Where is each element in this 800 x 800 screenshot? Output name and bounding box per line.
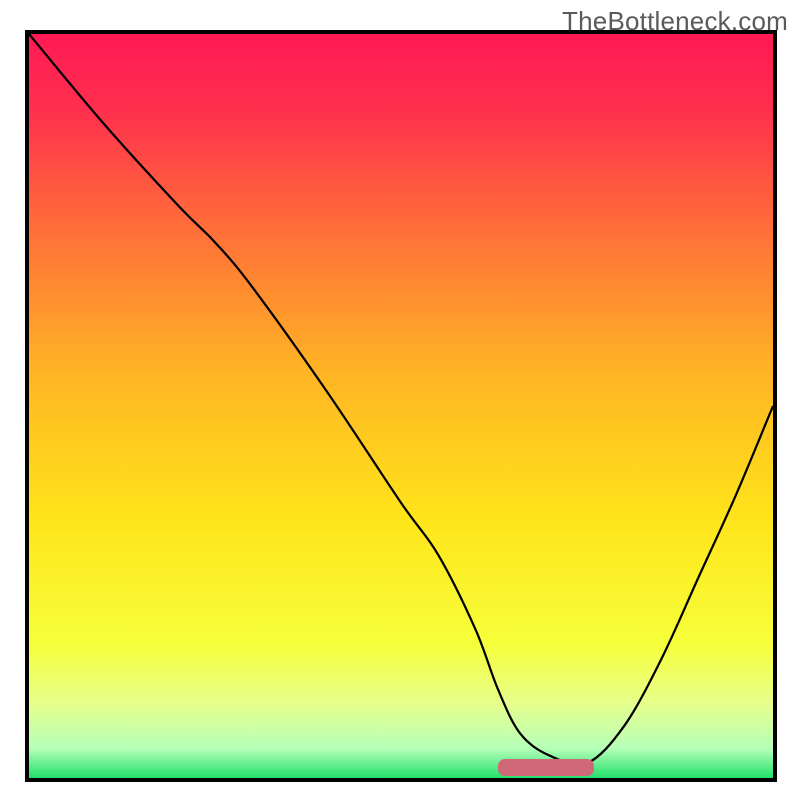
plot-area [25,30,777,782]
optimal-range-marker [498,759,595,775]
bottleneck-curve [29,34,773,778]
chart-frame: TheBottleneck.com [0,0,800,800]
